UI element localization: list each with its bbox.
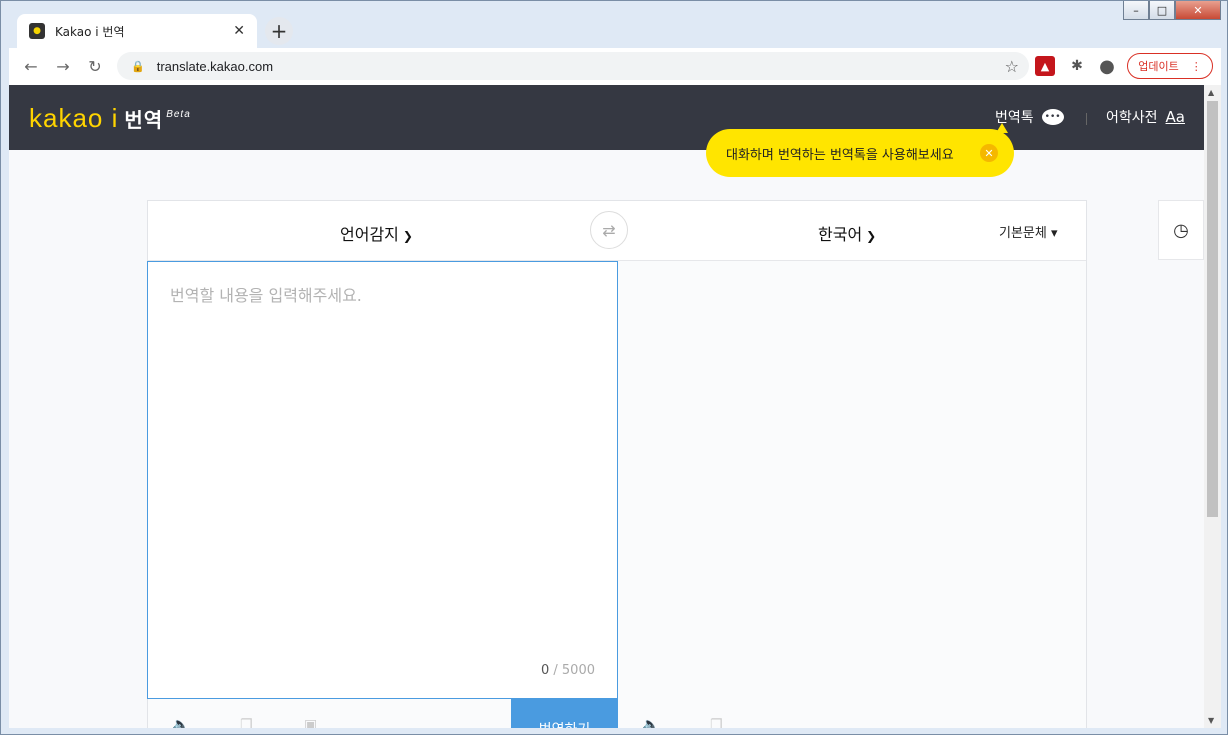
close-window-button[interactable]: ✕	[1175, 1, 1221, 20]
chevron-down-icon: ❯	[402, 229, 413, 243]
style-select[interactable]: 기본문체 ▾	[999, 222, 1058, 241]
tab-title: Kakao i 번역	[55, 24, 125, 39]
source-input[interactable]	[170, 282, 590, 642]
char-counter: 0 / 5000	[541, 663, 595, 678]
reload-icon[interactable]: ↻	[79, 57, 111, 76]
talk-tooltip: 대화하며 번역하는 번역톡을 사용해보세요 ✕	[706, 123, 1014, 177]
update-button[interactable]: 업데이트 ⋮	[1127, 53, 1213, 79]
history-button[interactable]: ◷	[1158, 200, 1204, 260]
update-label: 업데이트	[1138, 60, 1179, 73]
profile-icon[interactable]: ●	[1097, 56, 1117, 77]
target-speaker-icon[interactable]: 🔈	[642, 717, 659, 728]
scrollbar-thumb[interactable]	[1207, 101, 1218, 517]
scroll-down-icon[interactable]: ▼	[1208, 716, 1214, 725]
forward-icon[interactable]: →	[47, 57, 79, 76]
beta-label: Beta	[166, 109, 191, 121]
menu-kebab-icon: ⋮	[1190, 59, 1202, 73]
dictionary-aa-icon: Aa	[1165, 108, 1185, 126]
url-text: translate.kakao.com	[156, 58, 274, 74]
logo-kr: 번역	[124, 110, 164, 132]
target-language-select[interactable]: 한국어 ❯	[818, 221, 876, 245]
translate-button[interactable]: 번역하기	[511, 699, 618, 728]
source-language-select[interactable]: 언어감지 ❯	[340, 221, 413, 245]
bookmark-star-icon[interactable]: ☆	[1005, 57, 1019, 76]
dictionary-link[interactable]: 어학사전 Aa	[1106, 107, 1185, 127]
address-bar[interactable]: 🔒 translate.kakao.com ☆	[117, 52, 1029, 80]
dict-label: 어학사전	[1106, 110, 1158, 126]
translator-panel: 언어감지❯ ⇄ 한국어❯ 기본문체 ▾ 0 / 5000	[147, 200, 1087, 728]
extensions-icon[interactable]: ✱	[1067, 56, 1087, 76]
char-count-max: / 5000	[553, 663, 595, 678]
scroll-up-icon[interactable]: ▲	[1208, 88, 1214, 97]
kakao-favicon-icon: ●	[29, 23, 45, 39]
action-bar: 🔈 ❐ ▣ 번역하기 🔈 ❐	[148, 699, 1086, 728]
close-tab-icon[interactable]: ✕	[233, 23, 245, 39]
style-label: 기본문체	[999, 226, 1047, 241]
browser-toolbar: ← → ↻ 🔒 translate.kakao.com ☆ ▲ ✱ ● 업데이트…	[9, 48, 1221, 85]
history-clock-icon: ◷	[1173, 219, 1189, 241]
ocr-icon[interactable]: ▣	[304, 717, 317, 728]
char-count-current: 0	[540, 663, 550, 678]
caret-down-icon: ▾	[1050, 226, 1058, 241]
source-language-label: 언어감지	[340, 225, 399, 244]
language-bar: 언어감지 ❯ ⇄ 한국어 ❯ 기본문체 ▾	[148, 201, 1086, 261]
target-copy-icon[interactable]: ❐	[710, 717, 723, 728]
window-controls: – □ ✕	[1123, 1, 1221, 20]
minimize-button[interactable]: –	[1123, 1, 1149, 20]
close-tooltip-icon[interactable]: ✕	[980, 144, 998, 162]
logo-text: kakao i	[29, 103, 119, 133]
swap-languages-button[interactable]: ⇄	[590, 211, 628, 249]
browser-window: – □ ✕ ● Kakao i 번역 ✕ + ← → ↻ 🔒 translate…	[0, 0, 1228, 735]
tooltip-text: 대화하며 번역하는 번역톡을 사용해보세요	[726, 147, 954, 163]
header-divider	[1086, 113, 1087, 125]
source-text-area: 0 / 5000	[147, 261, 618, 699]
chat-bubble-icon: •••	[1041, 109, 1064, 125]
maximize-button[interactable]: □	[1149, 1, 1175, 20]
chevron-down-icon: ❯	[866, 229, 877, 243]
copy-icon[interactable]: ❐	[240, 717, 253, 728]
translate-button-label: 번역하기	[539, 719, 591, 728]
page-viewport: kakao i 번역 Beta 번역톡 ••• 어학사전 Aa 대화하며 번역하는 …	[9, 85, 1204, 728]
back-icon[interactable]: ←	[15, 57, 47, 76]
speaker-icon[interactable]: 🔈	[172, 717, 189, 728]
swap-arrows-icon: ⇄	[602, 220, 616, 240]
lock-icon: 🔒	[131, 59, 145, 73]
kakao-logo[interactable]: kakao i 번역 Beta	[29, 103, 191, 134]
target-language-label: 한국어	[818, 225, 863, 244]
site-header: kakao i 번역 Beta 번역톡 ••• 어학사전 Aa	[9, 85, 1204, 150]
target-text-area	[618, 261, 1086, 699]
browser-tab[interactable]: ● Kakao i 번역 ✕	[17, 14, 257, 48]
page-scrollbar[interactable]: ▲ ▼	[1204, 85, 1221, 728]
new-tab-button[interactable]: +	[265, 17, 293, 45]
pdf-extension-icon[interactable]: ▲	[1035, 56, 1055, 76]
